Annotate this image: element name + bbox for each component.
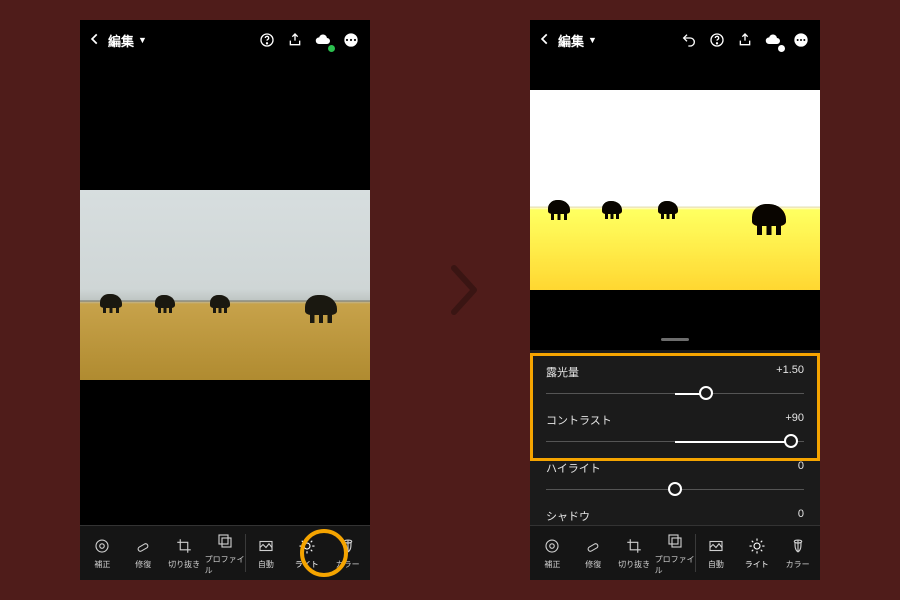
tool-label: カラー [786,559,810,570]
slider-label: ハイライト [546,460,601,476]
topbar: 編集 ▼ [530,20,820,60]
caret-down-icon: ▼ [138,35,147,45]
tool-label: 切り抜き [168,559,200,570]
tool-label: 補正 [94,559,110,570]
tool-auto[interactable]: 自動 [245,526,286,580]
tool-label: 修復 [135,559,151,570]
lens-icon [92,536,112,556]
profile-icon [215,531,235,551]
tool-label: プロファイル [655,554,696,576]
light-icon [747,536,767,556]
profile-icon [665,531,685,551]
slider-value: 0 [798,460,804,476]
tool-label: プロファイル [205,554,246,576]
topbar: 編集 ▼ [80,20,370,60]
tool-light[interactable]: ライト [286,526,327,580]
page-title[interactable]: 編集 ▼ [108,31,147,50]
light-panel: 露光量 +1.50 コントラスト +90 ハイライト 0 [530,350,820,525]
transition-arrow-icon [440,260,488,320]
photo-preview[interactable] [530,90,820,290]
subject-elephant [305,295,337,315]
share-icon[interactable] [734,29,756,51]
slider-label: 露光量 [546,364,579,380]
page-title[interactable]: 編集 ▼ [558,31,597,50]
subject-elephant [658,201,678,214]
slider-highlight[interactable]: ハイライト 0 [530,452,820,500]
back-button[interactable] [538,30,552,51]
more-icon[interactable] [790,29,812,51]
tool-color[interactable]: カラー [777,526,818,580]
help-icon[interactable] [256,29,278,51]
back-button[interactable] [88,30,102,51]
crop-icon [624,536,644,556]
tool-light[interactable]: ライト [736,526,777,580]
slider-exposure[interactable]: 露光量 +1.50 [530,356,820,404]
cloud-sync-icon[interactable] [312,29,334,51]
subject-elephant [210,295,230,308]
share-icon[interactable] [284,29,306,51]
photo-preview[interactable] [80,190,370,380]
subject-elephant [100,294,122,308]
tool-profile[interactable]: プロファイル [655,526,696,580]
subject-elephant [155,295,175,308]
bottom-toolbar: 補正 修復 切り抜き プロファイル 自動 ライト カラー [80,525,370,580]
tool-profile[interactable]: プロファイル [205,526,246,580]
tool-label: ライト [295,559,319,570]
crop-icon [174,536,194,556]
phone-after: 編集 ▼ 露光量 +1.50 [530,20,820,580]
auto-icon [706,536,726,556]
tool-label: カラー [336,559,360,570]
heal-icon [133,536,153,556]
slider-contrast[interactable]: コントラスト +90 [530,404,820,452]
tool-heal[interactable]: 修復 [573,526,614,580]
caret-down-icon: ▼ [588,35,597,45]
tool-auto[interactable]: 自動 [695,526,736,580]
page-title-text: 編集 [108,31,134,50]
tool-label: 修復 [585,559,601,570]
tool-label: 自動 [258,559,274,570]
help-icon[interactable] [706,29,728,51]
page-title-text: 編集 [558,31,584,50]
color-icon [788,536,808,556]
color-icon [338,536,358,556]
tool-heal[interactable]: 修復 [123,526,164,580]
auto-icon [256,536,276,556]
slider-label: コントラスト [546,412,612,428]
heal-icon [583,536,603,556]
tool-crop[interactable]: 切り抜き [614,526,655,580]
tool-color[interactable]: カラー [327,526,368,580]
slider-shadow[interactable]: シャドウ 0 [530,500,820,525]
subject-elephant [548,200,570,214]
more-icon[interactable] [340,29,362,51]
tool-label: 補正 [544,559,560,570]
tool-lens[interactable]: 補正 [82,526,123,580]
tool-label: 切り抜き [618,559,650,570]
cloud-sync-icon[interactable] [762,29,784,51]
bottom-toolbar: 補正 修復 切り抜き プロファイル 自動 ライト カラー [530,525,820,580]
tool-label: 自動 [708,559,724,570]
tool-label: ライト [745,559,769,570]
slider-label: シャドウ [546,508,590,524]
slider-value: +90 [785,412,804,428]
tool-lens[interactable]: 補正 [532,526,573,580]
tool-crop[interactable]: 切り抜き [164,526,205,580]
panel-drag-handle[interactable] [661,338,689,341]
phone-before: 編集 ▼ 補正 修復 [80,20,370,580]
slider-value: 0 [798,508,804,524]
subject-elephant [602,201,622,214]
undo-icon[interactable] [678,29,700,51]
light-icon [297,536,317,556]
lens-icon [542,536,562,556]
slider-value: +1.50 [776,364,804,380]
